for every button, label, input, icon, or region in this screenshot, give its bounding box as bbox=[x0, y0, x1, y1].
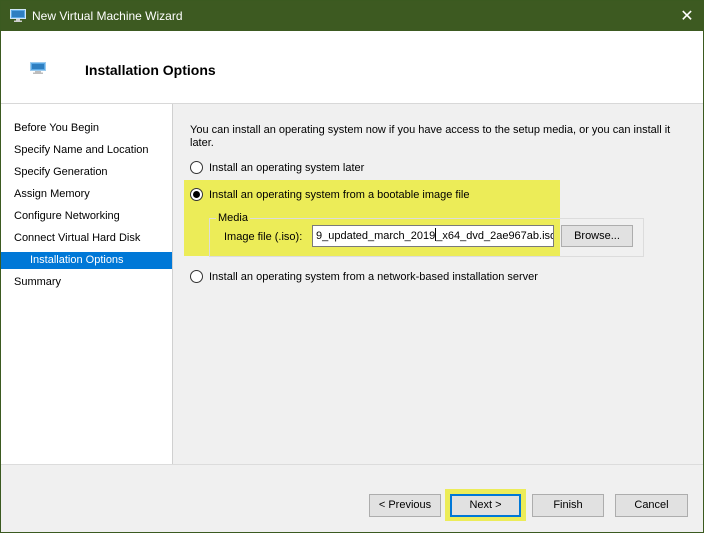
wizard-header: Installation Options bbox=[1, 31, 703, 104]
media-legend: Media bbox=[216, 212, 250, 225]
radio-network-install[interactable] bbox=[190, 270, 203, 283]
radio-install-later[interactable] bbox=[190, 161, 203, 174]
image-file-label: Image file (.iso): bbox=[224, 231, 303, 243]
hyperv-monitor-icon bbox=[10, 9, 26, 22]
nav-item-summary[interactable]: Summary bbox=[1, 274, 172, 291]
title-bar: New Virtual Machine Wizard ✕ bbox=[1, 1, 703, 31]
nav-item-installation-options[interactable]: Installation Options bbox=[1, 252, 172, 269]
nav-item-configure-networking[interactable]: Configure Networking bbox=[1, 208, 172, 225]
nav-item-assign-memory[interactable]: Assign Memory bbox=[1, 186, 172, 203]
nav-item-specify-generation[interactable]: Specify Generation bbox=[1, 164, 172, 181]
nav-item-before-you-begin[interactable]: Before You Begin bbox=[1, 120, 172, 137]
nav-item-connect-virtual-hard-disk[interactable]: Connect Virtual Hard Disk bbox=[1, 230, 172, 247]
nav-item-specify-name-and-location[interactable]: Specify Name and Location bbox=[1, 142, 172, 159]
wizard-window: New Virtual Machine Wizard ✕ Installatio… bbox=[0, 0, 704, 533]
wizard-steps-nav: Before You Begin Specify Name and Locati… bbox=[1, 104, 173, 464]
cancel-button[interactable]: Cancel bbox=[615, 494, 688, 517]
next-button[interactable]: Next > bbox=[450, 494, 521, 517]
intro-text: You can install an operating system now … bbox=[190, 124, 671, 149]
image-file-value-end: _x64_dvd_2ae967ab.iso bbox=[436, 230, 554, 242]
option-bootable-image-label: Install an operating system from a boota… bbox=[209, 189, 470, 201]
radio-bootable-image[interactable] bbox=[190, 188, 203, 201]
window-title: New Virtual Machine Wizard bbox=[32, 9, 183, 23]
option-network-install-label: Install an operating system from a netwo… bbox=[209, 271, 538, 283]
close-icon[interactable]: ✕ bbox=[671, 1, 703, 31]
installation-options-panel: You can install an operating system now … bbox=[174, 104, 703, 464]
hyperv-monitor-icon bbox=[30, 62, 46, 74]
image-file-input[interactable]: 9_updated_march_2019_x64_dvd_2ae967ab.is… bbox=[312, 225, 554, 247]
footer-divider bbox=[1, 464, 703, 465]
browse-button[interactable]: Browse... bbox=[561, 225, 633, 247]
previous-button[interactable]: < Previous bbox=[369, 494, 441, 517]
page-title: Installation Options bbox=[85, 62, 216, 78]
option-install-later-label: Install an operating system later bbox=[209, 162, 365, 174]
finish-button[interactable]: Finish bbox=[532, 494, 604, 517]
image-file-value-start: 9_updated_march_2019 bbox=[316, 230, 436, 242]
